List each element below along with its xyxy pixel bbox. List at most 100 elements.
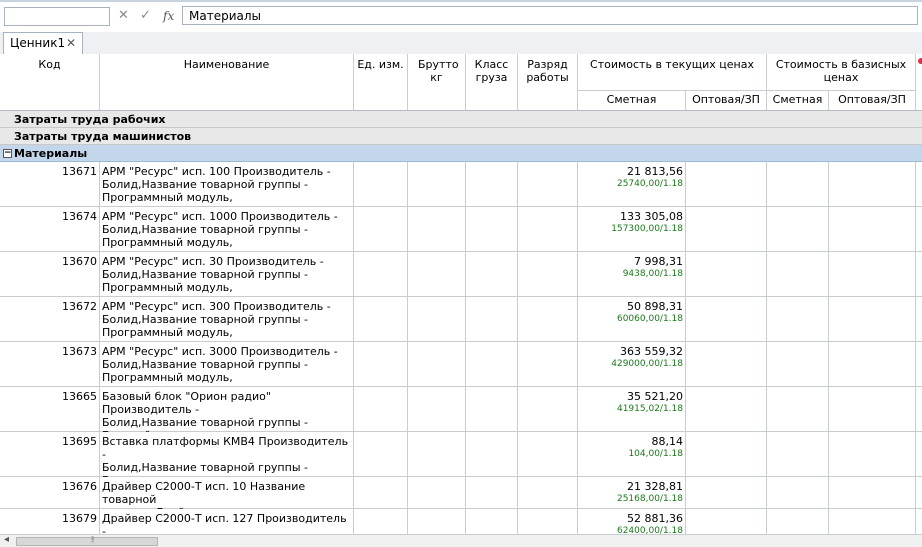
cell-empty[interactable]	[767, 207, 829, 251]
col-header-work-grade[interactable]: Разряд работы	[518, 54, 578, 110]
cell-current-estimate[interactable]: 21 328,81 25168,00/1.18	[578, 477, 686, 508]
cell-empty[interactable]	[767, 162, 829, 206]
cell-empty[interactable]	[829, 162, 916, 206]
cell-code[interactable]: 13695	[0, 432, 100, 476]
cell-empty[interactable]	[354, 297, 408, 341]
formula-input[interactable]: Материалы	[182, 6, 918, 25]
cell-name[interactable]: АРМ "Ресурс" исп. 1000 Производитель - Б…	[100, 207, 354, 251]
cell-empty[interactable]	[408, 252, 466, 296]
cancel-icon[interactable]: ✕	[118, 9, 129, 23]
cell-empty[interactable]	[466, 477, 518, 508]
scroll-left-icon[interactable]: ◂	[4, 534, 9, 545]
table-row[interactable]: 13673 АРМ "Ресурс" исп. 3000 Производител…	[0, 342, 922, 387]
table-row[interactable]: 13672 АРМ "Ресурс" исп. 300 Производитель…	[0, 297, 922, 342]
col-header-current-wholesale[interactable]: Оптовая/ЗП	[686, 90, 767, 110]
cell-empty[interactable]	[408, 432, 466, 476]
cell-empty[interactable]	[408, 207, 466, 251]
cell-name[interactable]: Драйвер С2000-Т исп. 127 Производитель -…	[100, 509, 354, 534]
cell-empty[interactable]	[686, 387, 767, 431]
name-box[interactable]	[4, 7, 110, 26]
table-row[interactable]: 13671 АРМ "Ресурс" исп. 100 Производитель…	[0, 162, 922, 207]
cell-empty[interactable]	[518, 162, 578, 206]
col-header-current-prices[interactable]: Стоимость в текущих ценах	[578, 54, 767, 90]
cell-current-estimate[interactable]: 50 898,31 60060,00/1.18	[578, 297, 686, 341]
cell-code[interactable]: 13671	[0, 162, 100, 206]
cell-empty[interactable]	[354, 387, 408, 431]
col-header-unit[interactable]: Ед. изм.	[354, 54, 408, 110]
cell-empty[interactable]	[466, 297, 518, 341]
cell-empty[interactable]	[829, 207, 916, 251]
cell-code[interactable]: 13672	[0, 297, 100, 341]
cell-empty[interactable]	[466, 342, 518, 386]
cell-empty[interactable]	[767, 432, 829, 476]
col-header-base-prices[interactable]: Стоимость в базисных ценах	[767, 54, 916, 90]
col-header-brutto[interactable]: Брутто кг	[408, 54, 466, 110]
cell-empty[interactable]	[767, 342, 829, 386]
cell-name[interactable]: Базовый блок "Орион радио" Производитель…	[100, 387, 354, 455]
cell-empty[interactable]	[466, 432, 518, 476]
cell-empty[interactable]	[686, 477, 767, 508]
cell-empty[interactable]	[518, 342, 578, 386]
cell-name[interactable]: АРМ "Ресурс" исп. 30 Производитель - Бол…	[100, 252, 354, 296]
cell-code[interactable]: 13673	[0, 342, 100, 386]
cell-empty[interactable]	[466, 252, 518, 296]
cell-empty[interactable]	[466, 509, 518, 534]
cell-current-estimate[interactable]: 35 521,20 41915,02/1.18	[578, 387, 686, 431]
cell-empty[interactable]	[767, 387, 829, 431]
cell-empty[interactable]	[518, 252, 578, 296]
cell-empty[interactable]	[829, 342, 916, 386]
cell-empty[interactable]	[829, 252, 916, 296]
cell-name[interactable]: АРМ "Ресурс" исп. 300 Производитель - Бо…	[100, 297, 354, 341]
cell-empty[interactable]	[767, 477, 829, 508]
cell-empty[interactable]	[686, 342, 767, 386]
scroll-thumb[interactable]: ⦙⦙⦙	[16, 535, 158, 546]
cell-empty[interactable]	[829, 387, 916, 431]
cell-current-estimate[interactable]: 7 998,31 9438,00/1.18	[578, 252, 686, 296]
cell-empty[interactable]	[354, 432, 408, 476]
cell-empty[interactable]	[354, 207, 408, 251]
cell-empty[interactable]	[767, 252, 829, 296]
col-header-name[interactable]: Наименование	[100, 54, 354, 110]
cell-empty[interactable]	[686, 509, 767, 534]
cell-empty[interactable]	[518, 297, 578, 341]
cell-current-estimate[interactable]: 133 305,08 157300,00/1.18	[578, 207, 686, 251]
cell-name[interactable]: Драйвер С2000-Т исп. 10 Название товарно…	[100, 477, 354, 519]
cell-empty[interactable]	[767, 509, 829, 534]
cell-empty[interactable]	[686, 432, 767, 476]
table-row[interactable]: 13695 Вставка платформы КМВ4 Производител…	[0, 432, 922, 500]
cell-empty[interactable]	[466, 207, 518, 251]
col-header-code[interactable]: Код	[0, 54, 100, 110]
cell-empty[interactable]	[518, 477, 578, 508]
cell-empty[interactable]	[829, 509, 916, 534]
cell-name[interactable]: АРМ "Ресурс" исп. 3000 Производитель - Б…	[100, 342, 354, 386]
cell-empty[interactable]	[354, 477, 408, 508]
cell-current-estimate[interactable]: 88,14 104,00/1.18	[578, 432, 686, 476]
cell-empty[interactable]	[408, 162, 466, 206]
cell-code[interactable]: 13665	[0, 387, 100, 431]
table-row[interactable]: 13676 Драйвер С2000-Т исп. 10 Название то…	[0, 477, 922, 519]
col-header-base-estimate[interactable]: Сметная	[767, 90, 829, 110]
cell-name[interactable]: АРМ "Ресурс" исп. 100 Производитель - Бо…	[100, 162, 354, 206]
fx-icon[interactable]: fx	[163, 9, 174, 23]
cell-empty[interactable]	[466, 387, 518, 431]
cell-current-estimate[interactable]: 21 813,56 25740,00/1.18	[578, 162, 686, 206]
cell-empty[interactable]	[408, 342, 466, 386]
cell-empty[interactable]	[829, 477, 916, 508]
group-labor-workers[interactable]: Затраты труда рабочих	[0, 111, 922, 128]
cell-empty[interactable]	[518, 207, 578, 251]
cell-empty[interactable]	[767, 297, 829, 341]
horizontal-scrollbar[interactable]: ◂ ⦙⦙⦙	[0, 534, 922, 547]
cell-empty[interactable]	[354, 509, 408, 534]
table-row[interactable]: 13674 АРМ "Ресурс" исп. 1000 Производител…	[0, 207, 922, 252]
cell-code[interactable]: 13670	[0, 252, 100, 296]
cell-empty[interactable]	[354, 252, 408, 296]
cell-empty[interactable]	[518, 432, 578, 476]
cell-current-estimate[interactable]: 363 559,32 429000,00/1.18	[578, 342, 686, 386]
cell-current-estimate[interactable]: 52 881,36 62400,00/1.18	[578, 509, 686, 534]
cell-empty[interactable]	[408, 477, 466, 508]
cell-empty[interactable]	[408, 297, 466, 341]
cell-empty[interactable]	[686, 207, 767, 251]
close-icon[interactable]: ✕	[66, 33, 76, 53]
cell-empty[interactable]	[686, 162, 767, 206]
tab-cennik1[interactable]: Ценник1 ✕	[3, 32, 83, 54]
